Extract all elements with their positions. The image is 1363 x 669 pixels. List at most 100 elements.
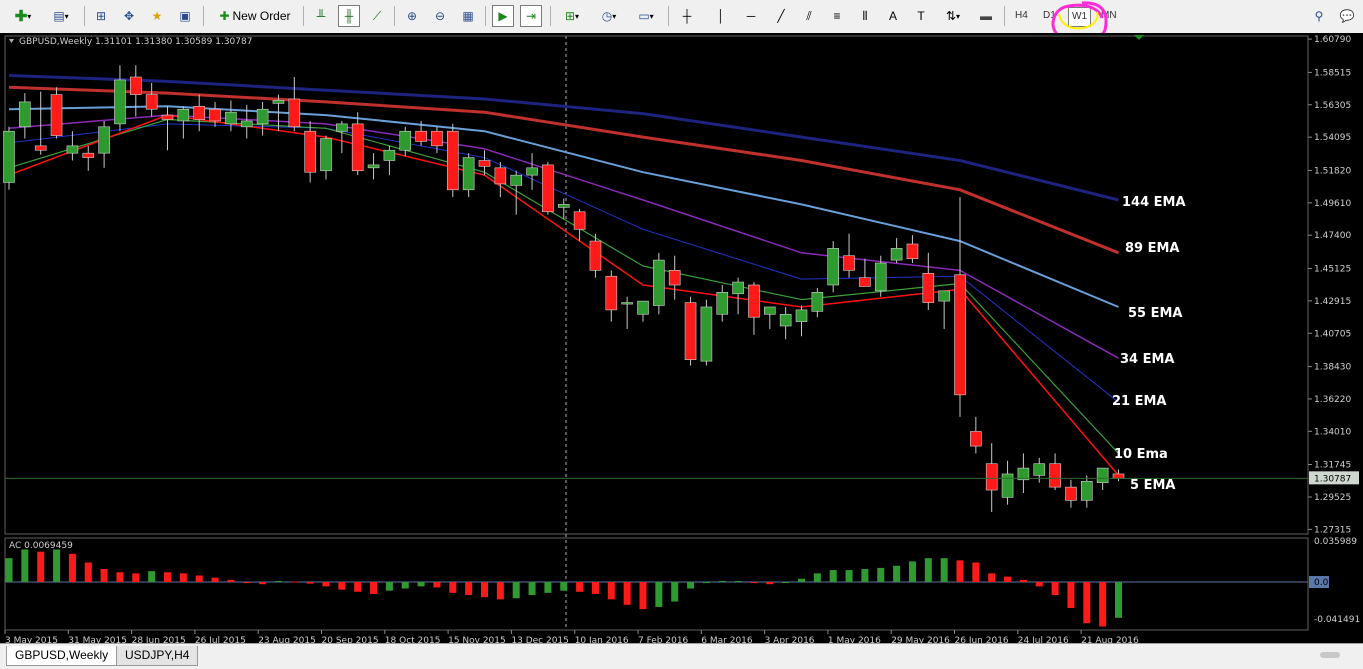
indicator-bar	[655, 582, 663, 607]
indicator-bar	[401, 582, 409, 589]
fibonacci-icon: ≡	[833, 9, 841, 23]
price-axis-label: 1.31745	[1314, 460, 1351, 470]
search-button[interactable]: ⚲	[1308, 5, 1330, 27]
candle-body	[811, 292, 824, 312]
indicator-bar	[68, 553, 76, 583]
ema-label-55-ema: 55 EMA	[1128, 306, 1183, 321]
indicator-bar	[465, 582, 473, 596]
candle-body	[542, 164, 554, 213]
candle-body	[732, 281, 744, 295]
navigator-button[interactable]: ✥	[118, 5, 140, 27]
price-axis-label: 1.47400	[1314, 231, 1351, 241]
tile-windows-button[interactable]: ▦	[457, 5, 479, 27]
candle-body	[684, 302, 697, 361]
gann-button[interactable]: ⦀	[854, 5, 876, 27]
indicator-bar	[433, 582, 441, 588]
indicator-bar	[861, 569, 869, 583]
channel-button[interactable]: ⫽	[798, 5, 820, 27]
candle-body	[827, 248, 840, 286]
horizontal-line-button[interactable]: ─	[740, 5, 762, 27]
chart-window[interactable]: 1.60790 1.58515 1.56305 1.54095 1.51820 1.496…	[0, 33, 1363, 643]
candle-body	[859, 277, 871, 287]
profiles-button[interactable]: ▤ ▾	[46, 5, 76, 27]
text-button[interactable]: A	[882, 5, 904, 27]
candle-body	[637, 300, 649, 315]
objects-button[interactable]: ▬	[975, 5, 997, 27]
chart-tabs: GBPUSD,Weekly USDJPY,H4	[0, 643, 1363, 669]
tab-usdjpy-h4[interactable]: USDJPY,H4	[116, 646, 199, 666]
ema-label-34-ema: 34 EMA	[1120, 352, 1175, 367]
indicator-bar	[956, 560, 964, 583]
price-axis-label: 1.54095	[1314, 133, 1351, 143]
chat-button[interactable]: 💬	[1336, 5, 1358, 27]
tabs-scroll-handle[interactable]	[1320, 652, 1340, 658]
indicator-bar	[227, 579, 235, 583]
candle-body	[589, 240, 602, 271]
indicator-bar	[385, 582, 393, 591]
indicator-bar	[84, 562, 92, 583]
candle-body	[874, 262, 887, 292]
candle-body	[1033, 463, 1046, 476]
price-chart[interactable]: 1.60790 1.58515 1.56305 1.54095 1.51820 1.496…	[0, 33, 1363, 643]
arrows-button[interactable]: ⇅ ▾	[938, 5, 968, 27]
indicator-bar	[972, 562, 980, 583]
ema-line-21-ema	[8, 123, 1119, 403]
candle-body	[795, 309, 808, 322]
new-order-button[interactable]: ✚ New Order	[210, 5, 300, 27]
zoom-in-button[interactable]: ⊕	[401, 5, 423, 27]
zoom-out-button[interactable]: ⊖	[429, 5, 451, 27]
date-axis-label: 13 Dec 2015	[511, 636, 569, 643]
indicator-bar	[877, 567, 885, 583]
ema-label-21-ema: 21 EMA	[1112, 394, 1167, 409]
current-price-label: 1.30787	[1314, 474, 1351, 484]
search-icon: ⚲	[1314, 9, 1324, 23]
timeframe-h4[interactable]: H4	[1012, 7, 1031, 25]
candle-body	[970, 431, 982, 447]
fibonacci-button[interactable]: ≡	[826, 5, 848, 27]
ema-line-10-ema	[8, 118, 1119, 454]
candle-body	[1081, 480, 1093, 501]
terminal-button[interactable]: ▣	[174, 5, 196, 27]
indicator-bar	[829, 570, 837, 583]
indicator-axis-label: 0.035989	[1314, 537, 1357, 547]
chart-header-label: GBPUSD,Weekly 1.31101 1.31380 1.30589 1.…	[19, 37, 252, 47]
favorites-button[interactable]: ★	[146, 5, 168, 27]
crosshair-button[interactable]: ┼	[676, 5, 698, 27]
vertical-line-button[interactable]: │	[710, 5, 732, 27]
tab-gbpusd-weekly[interactable]: GBPUSD,Weekly	[6, 646, 118, 666]
new-chart-button[interactable]: ✚ ▾	[8, 5, 38, 27]
indicator-bar	[639, 582, 647, 610]
indicator-bar	[100, 569, 108, 583]
indicator-bar	[1035, 582, 1043, 587]
price-axis-label: 1.49610	[1314, 199, 1351, 209]
candle-body	[336, 123, 348, 132]
indicator-bar	[306, 582, 314, 584]
autoscroll-button[interactable]: ▶	[492, 5, 514, 27]
indicator-bar	[259, 582, 267, 585]
indicators-button[interactable]: ⊞ ▾	[557, 5, 587, 27]
candle-body	[954, 274, 966, 396]
indicator-bar	[734, 580, 742, 583]
templates-button[interactable]: ▭ ▾	[631, 5, 661, 27]
trendline-button[interactable]: ╱	[770, 5, 792, 27]
price-axis-label: 1.34010	[1314, 427, 1351, 437]
market-watch-button[interactable]: ⊞	[90, 5, 112, 27]
bar-chart-button[interactable]: ╨	[310, 5, 332, 27]
price-axis-label: 1.27315	[1314, 525, 1351, 535]
date-axis-label: 3 Apr 2016	[765, 636, 815, 643]
indicator-bar	[132, 573, 140, 583]
text-label-button[interactable]: T	[910, 5, 932, 27]
date-axis-label: 7 Feb 2016	[638, 636, 689, 643]
indicator-bar	[243, 582, 251, 584]
candle-body	[114, 79, 126, 125]
periods-button[interactable]: ◷ ▾	[594, 5, 624, 27]
ema-line-5-ema	[8, 114, 1120, 476]
price-axis-label: 1.58515	[1314, 68, 1351, 78]
indicator-bar	[798, 578, 805, 583]
candlestick-button[interactable]: ╫	[338, 5, 360, 27]
chart-shift-button[interactable]: ⇥	[520, 5, 542, 27]
date-axis-label: 29 May 2016	[891, 636, 950, 643]
indicator-axis-label: 0.00	[1314, 578, 1334, 588]
indicator-bar	[1004, 576, 1012, 583]
line-chart-button[interactable]: ⟋	[366, 5, 388, 27]
